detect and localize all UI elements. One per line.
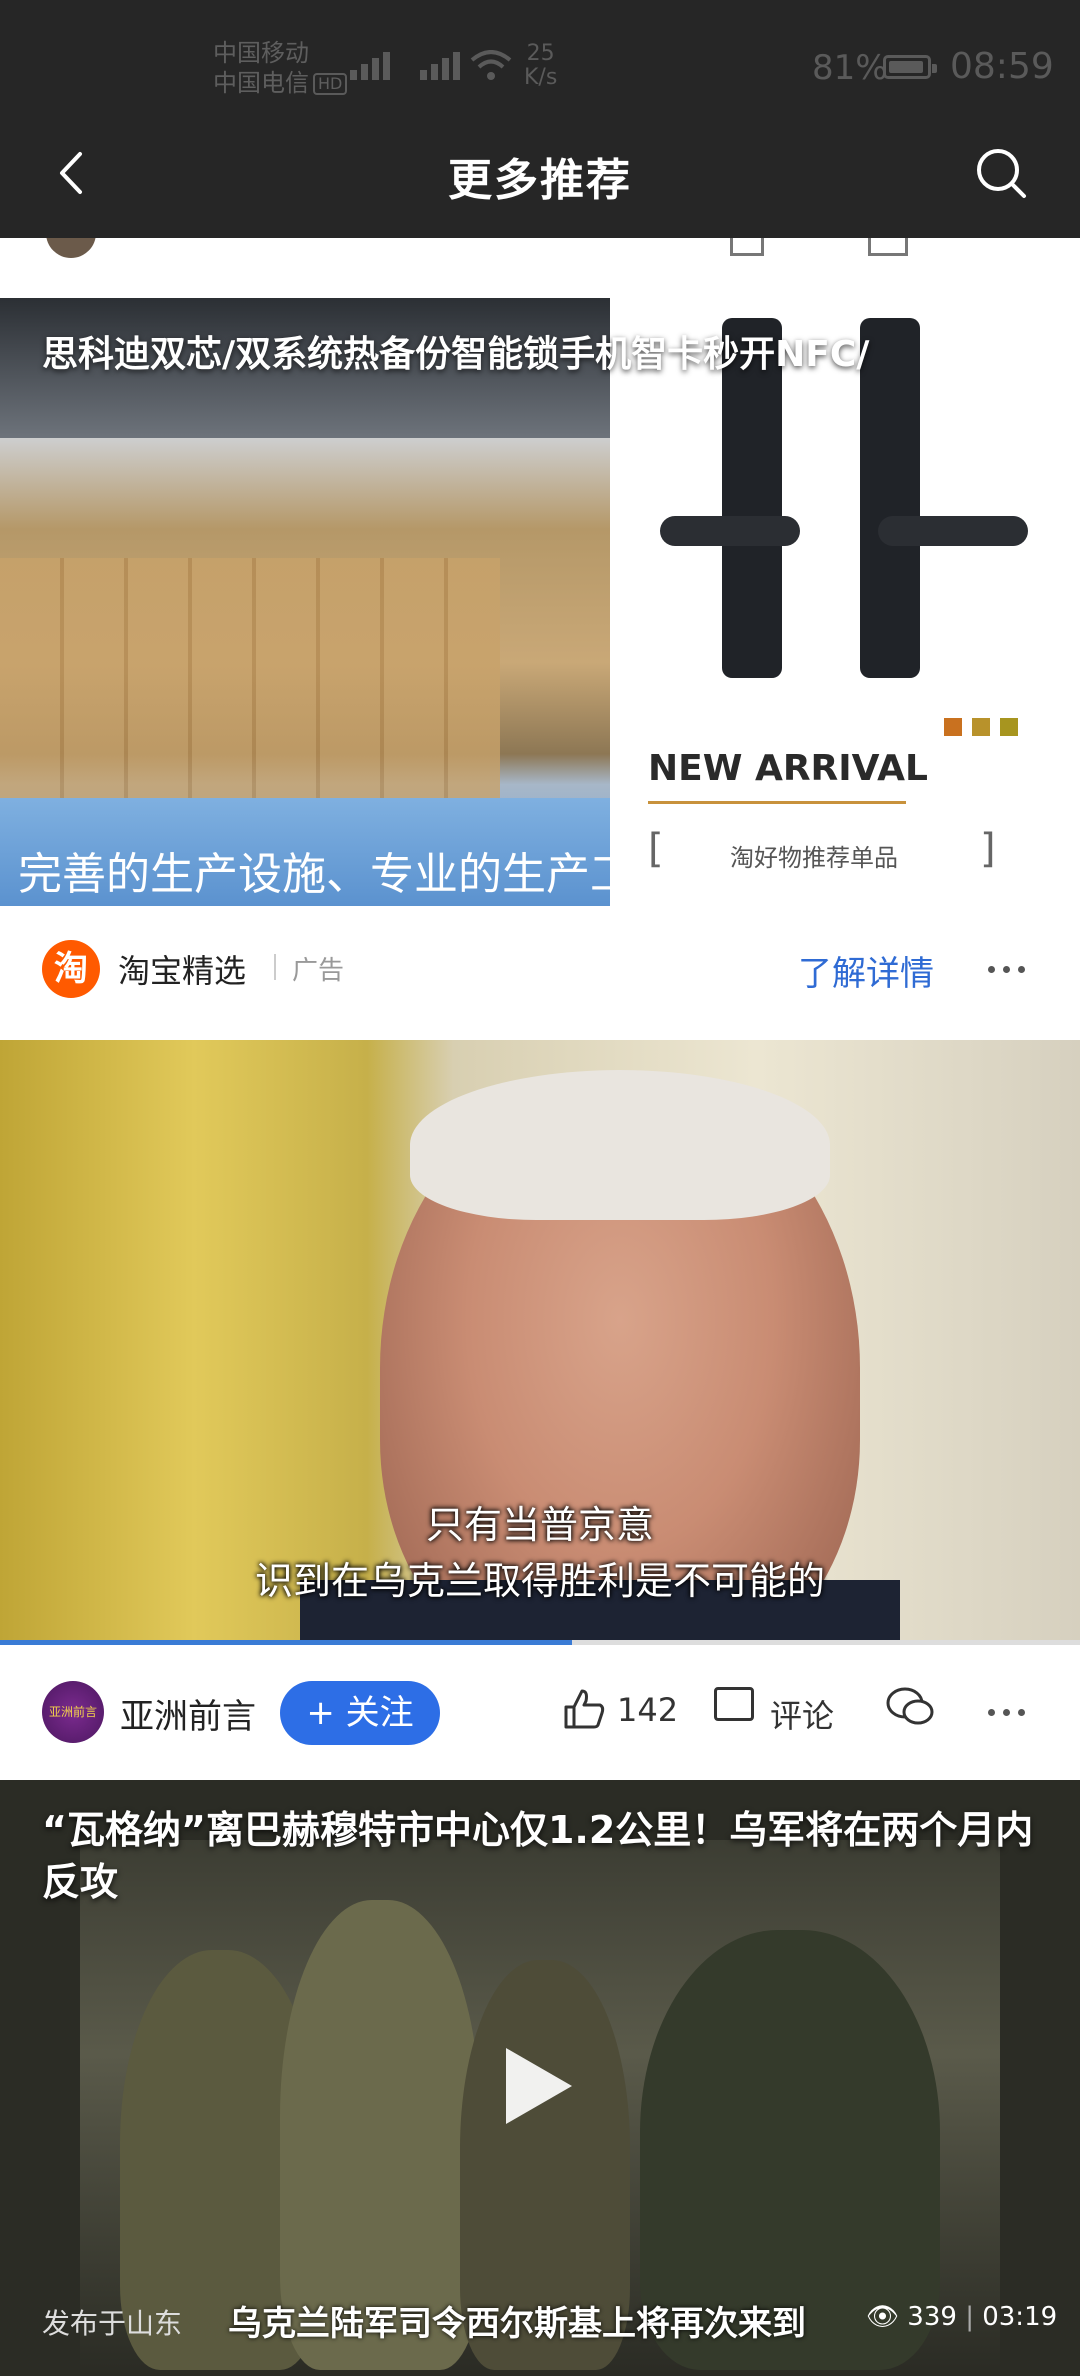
ad-picks-caption: 淘好物推荐单品: [730, 844, 898, 872]
ad-image[interactable]: 完善的生产设施、专业的生产工人 NEW ARRIVAL [ 淘好物推荐单品 ]: [0, 298, 1080, 906]
learn-more-link[interactable]: 了解详情: [798, 946, 934, 995]
thumbs-up-icon[interactable]: [730, 238, 764, 256]
avatar[interactable]: 亚洲前言: [42, 1681, 104, 1743]
ad-image-caption: 完善的生产设施、专业的生产工人: [18, 849, 678, 900]
carrier-2-label: 中国电信: [213, 69, 309, 97]
wifi-icon: [470, 50, 512, 80]
publish-location: 发布于山东: [42, 2307, 183, 2340]
bracket-left: [: [648, 826, 664, 872]
net-speed-unit: K/s: [524, 65, 558, 90]
view-count: 339: [907, 2302, 957, 2332]
more-icon[interactable]: [988, 966, 1025, 973]
status-bar: 中国移动 中国电信 HD 25 K/s 81% 08:59: [0, 0, 1080, 135]
carrier-2: 中国电信 HD: [213, 68, 348, 98]
net-speed: 25 K/s: [524, 42, 557, 90]
divider: |: [965, 2302, 974, 2332]
like-count: 142: [617, 1691, 679, 1729]
author-row: 亚洲前言 亚洲前言 + 关注 142 评论: [0, 1645, 1080, 1780]
taobao-logo: 淘: [42, 940, 100, 998]
ad-image-factory: 完善的生产设施、专业的生产工人: [0, 298, 678, 906]
bracket-right: ]: [980, 826, 996, 872]
avatar-text: 亚洲前言: [48, 1705, 97, 1719]
follow-button[interactable]: + 关注: [280, 1681, 440, 1745]
ad-label: 广告: [292, 956, 345, 986]
video-subtitle: 乌克兰陆军司令西尔斯基上将再次来到: [228, 2304, 806, 2344]
duration: 03:19: [982, 2302, 1058, 2332]
top-bar: 中国移动 中国电信 HD 25 K/s 81% 08:59 更多推荐: [0, 0, 1080, 238]
comment-label[interactable]: 评论: [770, 1691, 834, 1737]
video-subtitle-line-2: 识到在乌克兰取得胜利是不可能的: [254, 1559, 825, 1603]
signal-icon: [350, 52, 390, 80]
battery-percent: 81%: [812, 48, 888, 88]
video-player[interactable]: 只有当普京意 识到在乌克兰取得胜利是不可能的: [0, 1040, 1080, 1640]
hd-badge: HD: [313, 73, 348, 95]
thumbs-up-icon[interactable]: [562, 1687, 606, 1731]
comment-icon[interactable]: [868, 238, 908, 256]
previous-card-footer: [0, 238, 1080, 298]
signal-icon: [420, 52, 460, 80]
clock: 08:59: [950, 46, 1054, 87]
ad-image-product: NEW ARRIVAL [ 淘好物推荐单品 ]: [610, 298, 1080, 906]
eye-icon: 👁: [866, 2302, 900, 2332]
divider: [274, 954, 276, 980]
carrier-1: 中国移动: [213, 39, 309, 67]
color-swatches: [944, 718, 1018, 736]
ad-source-row: 淘 淘宝精选 广告 了解详情: [0, 906, 1080, 1040]
page-title: 更多推荐: [448, 155, 632, 206]
ad-title[interactable]: 思科迪双芯/双系统热备份智能锁手机智卡秒开NFC/: [42, 325, 869, 377]
video-card-2[interactable]: “瓦格纳”离巴赫穆特市中心仅1.2公里！乌军将在两个月内反攻 发布于山东 乌克兰…: [0, 1780, 1080, 2376]
video-title[interactable]: “瓦格纳”离巴赫穆特市中心仅1.2公里！乌军将在两个月内反攻: [42, 1804, 1042, 1908]
play-icon[interactable]: [506, 2048, 572, 2124]
search-icon[interactable]: [974, 146, 1030, 202]
battery-icon: [883, 55, 937, 79]
ad-source-name[interactable]: 淘宝精选: [118, 946, 246, 992]
author-name[interactable]: 亚洲前言: [120, 1689, 256, 1738]
video-subtitle-line-1: 只有当普京意: [425, 1503, 654, 1547]
net-speed-value: 25: [526, 41, 555, 66]
wechat-icon[interactable]: [885, 1685, 935, 1729]
avatar: [46, 238, 96, 258]
comment-icon[interactable]: [714, 1687, 754, 1721]
more-icon[interactable]: [988, 1709, 1025, 1716]
new-arrival-heading: NEW ARRIVAL: [648, 748, 928, 789]
video-meta: 👁 339 | 03:19: [866, 2302, 1057, 2332]
